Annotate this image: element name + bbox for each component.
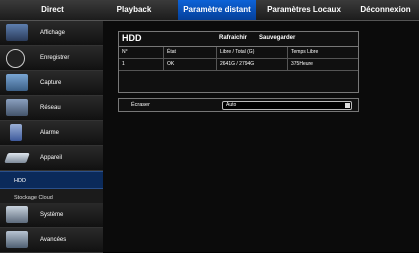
tab-remote-settings[interactable]: Paramètre distant — [178, 0, 256, 20]
sidebar-item-label: Enregistrer — [40, 55, 70, 61]
tab-playback[interactable]: Playback — [105, 0, 163, 20]
hdd-panel: HDD Rafraichir Sauvegarder N° État Libre… — [118, 31, 359, 93]
overwrite-select[interactable]: Auto — [222, 101, 352, 110]
top-navigation: Direct Playback Paramètre distant Paramè… — [0, 0, 419, 21]
monitor-icon — [6, 24, 28, 41]
sidebar-item-record[interactable]: Enregistrer — [0, 46, 103, 71]
refresh-button[interactable]: Rafraichir — [219, 35, 247, 41]
sidebar-item-label: Appareil — [40, 155, 63, 161]
sidebar-item-label: Système — [40, 212, 64, 218]
system-icon — [6, 206, 28, 223]
sidebar-item-display[interactable]: Affichage — [0, 21, 103, 46]
film-reel-icon — [6, 49, 25, 68]
table-header-row: N° État Libre / Total (G) Temps Libre — [119, 47, 358, 59]
sidebar-item-label: Avancées — [40, 237, 67, 243]
main-content: HDD Rafraichir Sauvegarder N° État Libre… — [103, 21, 419, 252]
column-header: État — [164, 47, 217, 58]
capture-icon — [6, 74, 28, 91]
sidebar: Affichage Enregistrer Capture Réseau Ala… — [0, 21, 103, 253]
tab-direct[interactable]: Direct — [0, 0, 105, 20]
sidebar-item-device[interactable]: Appareil — [0, 146, 103, 171]
hdd-panel-header: HDD Rafraichir Sauvegarder — [119, 32, 358, 47]
table-cell: OK — [164, 59, 217, 70]
panel-title: HDD — [122, 33, 142, 43]
tab-local-settings[interactable]: Paramètres Locaux — [256, 0, 352, 20]
sidebar-item-network[interactable]: Réseau — [0, 96, 103, 121]
sidebar-item-capture[interactable]: Capture — [0, 71, 103, 96]
sidebar-item-system[interactable]: Système — [0, 203, 103, 228]
sidebar-subitem-hdd[interactable]: HDD — [0, 171, 103, 189]
column-header: Temps Libre — [291, 49, 319, 55]
save-button[interactable]: Sauvegarder — [259, 35, 295, 41]
device-icon — [4, 153, 30, 163]
chevron-down-icon — [345, 103, 350, 108]
sidebar-item-label: Affichage — [40, 30, 65, 36]
table-cell: 1 — [119, 59, 164, 70]
sidebar-item-alarm[interactable]: Alarme — [0, 121, 103, 146]
sidebar-item-label: Réseau — [40, 105, 61, 111]
column-header: Libre / Total (G) — [217, 47, 288, 58]
overwrite-row: Écraser Auto — [118, 98, 359, 112]
table-row[interactable]: 1 OK 2641G / 2794G 375Heure — [119, 59, 358, 71]
sidebar-item-label: Capture — [40, 80, 62, 86]
overwrite-select-value: Auto — [226, 102, 237, 108]
network-icon — [6, 99, 28, 116]
table-cell: 375Heure — [291, 61, 313, 67]
sidebar-item-advanced[interactable]: Avancées — [0, 228, 103, 253]
sidebar-item-label: Alarme — [40, 130, 60, 136]
table-cell: 2641G / 2794G — [217, 59, 288, 70]
advanced-icon — [6, 231, 28, 248]
overwrite-label: Écraser — [131, 102, 150, 108]
column-header: N° — [119, 47, 164, 58]
tab-logout[interactable]: Déconnexion — [352, 0, 419, 20]
alarm-icon — [10, 124, 22, 141]
